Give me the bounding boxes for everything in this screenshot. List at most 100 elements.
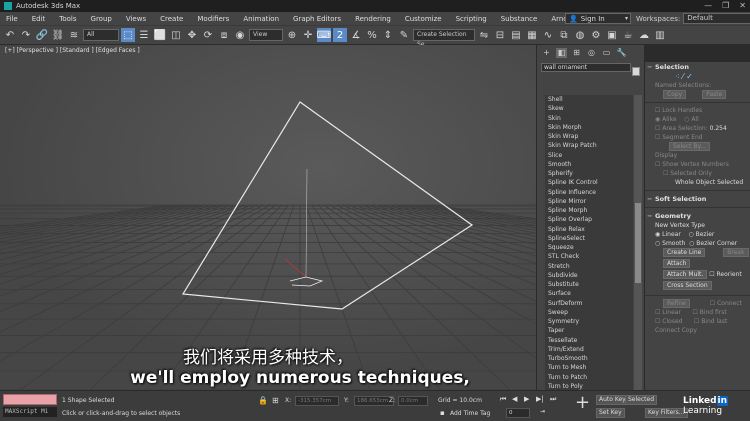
modifier-list-item[interactable]: Turn to Mesh (545, 363, 633, 372)
segment-end-checkbox[interactable]: ☐ Segment End (645, 133, 750, 142)
modifier-list-item[interactable]: TurboSmooth (545, 354, 633, 363)
display-tab-icon[interactable]: ▭ (601, 48, 612, 58)
modifier-list-item[interactable]: Squeeze (545, 243, 633, 252)
cross-section-button[interactable]: Cross Section (663, 281, 712, 290)
schematic-view-icon[interactable]: ⧉ (557, 28, 571, 42)
modifier-list-item[interactable]: Surface (545, 289, 633, 298)
modifier-list-item[interactable]: Taper (545, 326, 633, 335)
reference-coordinate-dropdown[interactable]: View (249, 29, 283, 41)
modifier-list-item[interactable]: Shell (545, 95, 633, 104)
reorient-checkbox[interactable]: ☐ Reorient (709, 271, 742, 278)
go-to-start-icon[interactable]: ⏮ (500, 395, 506, 404)
menu-tools[interactable]: Tools (53, 15, 84, 23)
maximize-button[interactable]: ❐ (722, 1, 729, 10)
lock-handles-checkbox[interactable]: ☐ Lock Handles (645, 106, 750, 115)
modifier-list-item[interactable]: Spline Influence (545, 188, 633, 197)
rendered-frame-window-icon[interactable]: ▣ (605, 28, 619, 42)
modifier-list-item[interactable]: Turn to Patch (545, 373, 633, 382)
selection-filter-dropdown[interactable]: All (83, 29, 119, 41)
menu-rendering[interactable]: Rendering (349, 15, 399, 23)
create-line-button[interactable]: Create Line (663, 248, 706, 257)
create-tab-icon[interactable]: + (541, 48, 552, 58)
align-icon[interactable]: ⊟ (493, 28, 507, 42)
break-button[interactable]: Break (723, 248, 749, 257)
motion-tab-icon[interactable]: ◎ (586, 48, 597, 58)
edit-named-selection-icon[interactable]: ✎ (397, 28, 411, 42)
copy-button[interactable]: Copy (663, 90, 687, 99)
modifier-list-item[interactable]: Stretch (545, 262, 633, 271)
modifier-list-item[interactable]: Spline Overlap (545, 215, 633, 224)
menu-views[interactable]: Views (120, 15, 154, 23)
modifier-list-item[interactable]: SplineSelect (545, 234, 633, 243)
area-selection-value[interactable]: 0.254 (710, 125, 727, 132)
vertex-type-radios-row2[interactable]: ○ Smooth ○ Bezier Corner (645, 239, 750, 248)
render-production-icon[interactable]: ☕ (621, 28, 635, 42)
vertex-type-radios-row1[interactable]: ◉ Linear ○ Bezier (645, 230, 750, 239)
modifier-list-item[interactable]: Smooth (545, 160, 633, 169)
menu-group[interactable]: Group (85, 15, 120, 23)
key-selection-dropdown[interactable]: Selected (625, 395, 658, 405)
menu-file[interactable]: File (0, 15, 26, 23)
modifier-list-item[interactable]: Spline Relax (545, 225, 633, 234)
link-icon[interactable]: 🔗 (35, 28, 49, 42)
menu-animation[interactable]: Animation (237, 15, 287, 23)
previous-frame-icon[interactable]: ◀ (512, 395, 517, 403)
material-editor-icon[interactable]: ◍ (573, 28, 587, 42)
select-by-name-icon[interactable]: ☰ (137, 28, 151, 42)
time-tag-icon[interactable]: ▪ (440, 409, 445, 417)
named-selection-dropdown[interactable]: Create Selection Se (413, 29, 475, 48)
menu-scripting[interactable]: Scripting (450, 15, 495, 23)
set-key-button[interactable]: Set Key (596, 408, 625, 418)
isolate-selection-icon[interactable]: 🔒 (258, 396, 268, 405)
menu-substance[interactable]: Substance (495, 15, 546, 23)
modify-tab-icon[interactable]: ◧ (556, 48, 567, 58)
workspaces-dropdown[interactable]: Default (683, 13, 750, 24)
maxscript-mini-listener[interactable]: MAXScript Mi (3, 407, 57, 417)
set-key-big-icon[interactable]: + (575, 394, 590, 412)
modifier-list-item[interactable]: Slice (545, 151, 633, 160)
modifier-list[interactable]: Shell Skew Skin Skin Morph Skin Wrap Skin Wra… (545, 95, 633, 390)
refine-button[interactable]: Refine (663, 299, 690, 308)
undo-icon[interactable]: ↶ (3, 28, 17, 42)
menu-customize[interactable]: Customize (399, 15, 450, 23)
rotate-icon[interactable]: ⟳ (201, 28, 215, 42)
key-filters-button[interactable]: Key Filters... (645, 408, 688, 418)
layer-explorer-icon[interactable]: ▤ (509, 28, 523, 42)
place-icon[interactable]: ◉ (233, 28, 247, 42)
mirror-icon[interactable]: ⇋ (477, 28, 491, 42)
perspective-viewport[interactable]: [+] [Perspective ] [Standard ] [Edged Fa… (0, 45, 536, 390)
spinner-snap-icon[interactable]: ⇕ (381, 28, 395, 42)
add-time-tag[interactable]: Add Time Tag (450, 410, 490, 417)
select-object-icon[interactable]: ⬚ (121, 28, 135, 42)
x-coordinate-field[interactable]: -315.357cm (295, 396, 339, 406)
sign-in-button[interactable]: 👤 Sign In ▾ (565, 13, 631, 24)
select-manipulate-icon[interactable]: ✛ (301, 28, 315, 42)
toggle-ribbon-icon[interactable]: ▦ (525, 28, 539, 42)
connect-checkbox[interactable]: ☐ Connect (710, 300, 742, 307)
modifier-list-item[interactable]: Tessellate (545, 336, 633, 345)
bind-space-warp-icon[interactable]: ≋ (67, 28, 81, 42)
show-vertex-numbers-checkbox[interactable]: ☐ Show Vertex Numbers (645, 160, 750, 169)
modifier-list-item[interactable]: Trim/Extend (545, 345, 633, 354)
modifier-list-item[interactable]: Symmetry (545, 317, 633, 326)
move-icon[interactable]: ✥ (185, 28, 199, 42)
alike-all-radios[interactable]: ◉ Alike ○ All (645, 115, 750, 124)
modifier-list-item[interactable]: Substitute (545, 280, 633, 289)
modifier-list-item[interactable]: Spline IK Control (545, 178, 633, 187)
geometry-rollout-header[interactable]: Geometry (645, 211, 750, 221)
utilities-tab-icon[interactable]: 🔧 (616, 48, 627, 58)
z-coordinate-field[interactable]: 0.0cm (398, 396, 428, 406)
curve-editor-icon[interactable]: ∿ (541, 28, 555, 42)
percent-snap-icon[interactable]: % (365, 28, 379, 42)
play-icon[interactable]: ▶ (524, 395, 529, 403)
snaps-toggle-icon[interactable]: 2 (333, 28, 347, 42)
scrollbar-thumb[interactable] (635, 203, 641, 283)
window-crossing-icon[interactable]: ◫ (169, 28, 183, 42)
object-name-field[interactable]: wall ornament (541, 63, 631, 72)
close-button[interactable]: ✕ (739, 1, 746, 10)
absolute-mode-icon[interactable]: ⊞ (272, 396, 279, 405)
menu-graph-editors[interactable]: Graph Editors (287, 15, 349, 23)
keyboard-shortcut-icon[interactable]: ⌨ (317, 28, 331, 42)
area-selection-row[interactable]: ☐ Area Selection: 0.254 (645, 124, 750, 133)
menu-create[interactable]: Create (154, 15, 191, 23)
